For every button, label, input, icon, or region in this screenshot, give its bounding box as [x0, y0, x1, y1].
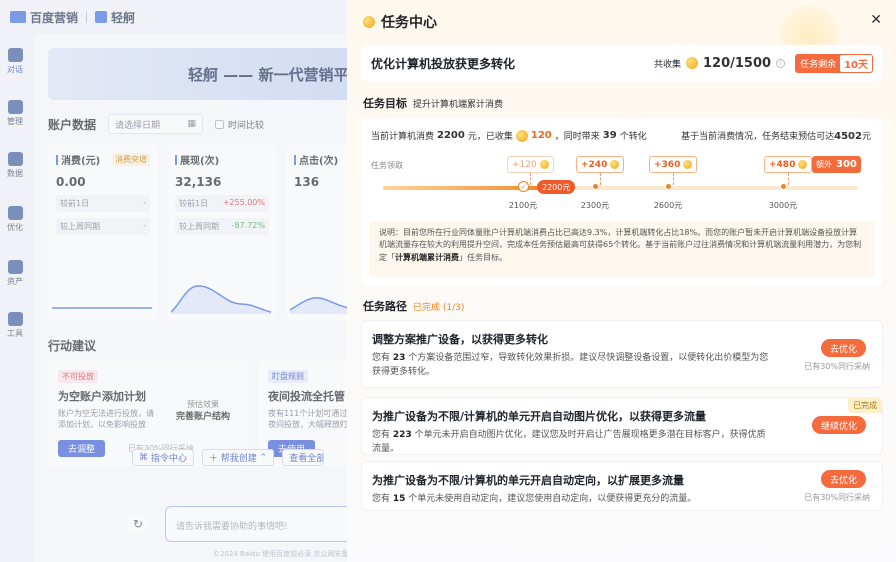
tick-label: 2300元	[580, 201, 610, 210]
task-card-image-optimization: 已完成 为推广设备为不限/计算机的单元开启自动图片优化，以获得更多流量 您有 2…	[361, 397, 883, 455]
coins-value: 120	[530, 130, 552, 141]
reward-value: +120	[512, 159, 537, 170]
goal-progress-text: 当前计算机消费 2200 元，已收集 120 ，同时带来 39 个转化	[371, 129, 647, 142]
collected-value: 120/1500	[702, 55, 772, 71]
text: 元，已收集	[467, 132, 513, 142]
desc-number: 223	[392, 430, 412, 440]
goal-subtitle: 提升计算机端累计消费	[413, 99, 504, 110]
goal-estimate: 基于当前消费情况，任务结束预估可达4502元	[681, 129, 871, 142]
tick-label: 3000元	[768, 201, 798, 210]
goal-explanation: 说明：目前您所在行业同体量账户计算机端消费占比已高达9.3%，计算机端转化占比1…	[369, 221, 875, 277]
dashed-connector	[788, 173, 790, 185]
modal-overlay[interactable]	[0, 0, 347, 562]
drawer-title: 任务中心	[381, 15, 437, 31]
note-text: 」任务目标。	[459, 252, 507, 262]
drawer-header: 任务中心	[363, 12, 437, 32]
coin-icon	[363, 16, 375, 28]
reward-milestone-1: +120	[507, 156, 554, 185]
summary-title: 优化计算机投放获更多转化	[371, 56, 516, 71]
goal-section-title: 任务目标 提升计算机端累计消费	[363, 95, 503, 111]
task-title: 为推广设备为不限/计算机的单元开启自动定向，以扩展更多流量	[372, 474, 685, 487]
path-status: 已完成 (1/3)	[413, 302, 465, 313]
adoption-note: 已有30%同行采纳	[804, 362, 870, 371]
task-title: 为推广设备为不限/计算机的单元开启自动图片优化，以获得更多流量	[372, 410, 707, 423]
text: 当前计算机消费	[371, 132, 435, 142]
extra-value: 300	[836, 159, 857, 170]
milestone-node	[665, 183, 672, 190]
estimate-value: 4502	[834, 131, 862, 142]
desc-text: 您有	[372, 494, 391, 504]
spend-value: 2200	[437, 130, 465, 141]
collected-label: 共收集	[653, 59, 681, 70]
path-section-title: 任务路径 已完成 (1/3)	[363, 298, 464, 314]
desc-text: 您有	[372, 430, 391, 440]
reward-value: +360	[654, 159, 681, 170]
text: ，同时带来	[554, 132, 600, 142]
desc-text: 您有	[372, 353, 391, 363]
extra-label: 额外	[816, 160, 832, 169]
completed-tag: 已完成	[848, 398, 882, 413]
coin-icon	[539, 160, 549, 169]
progress-fill	[383, 186, 559, 190]
collected-stats: 共收集 120/1500 i	[653, 55, 786, 71]
tick-label: 2600元	[653, 201, 683, 210]
desc-text: 个方案设备范围过窄，导致转化效果折损。建议尽快调整设备设置，以便转化出价模型为您…	[372, 353, 769, 378]
track-start-label: 任务领取	[371, 161, 403, 170]
task-desc: 您有 23 个方案设备范围过窄，导致转化效果折损。建议尽快调整设备设置，以便转化…	[372, 351, 772, 380]
close-icon[interactable]: ✕	[870, 12, 882, 28]
path-title: 任务路径	[363, 300, 407, 313]
dashed-connector	[673, 173, 675, 185]
text: 基于当前消费情况，任务结束预估可达	[681, 132, 835, 142]
text: 元	[861, 132, 871, 142]
current-spend-tag: 2200元	[537, 180, 576, 194]
optimize-button[interactable]: 去优化	[820, 339, 866, 357]
coin-icon	[685, 57, 698, 69]
note-highlight: 计算机端累计消费	[395, 252, 459, 262]
reward-milestone-2[interactable]: +240	[576, 156, 625, 185]
coin-icon	[798, 160, 808, 169]
conversions-value: 39	[602, 130, 617, 141]
goal-title: 任务目标	[363, 97, 407, 110]
coin-icon	[515, 129, 528, 142]
info-icon[interactable]: i	[776, 58, 786, 68]
task-card-auto-targeting: 为推广设备为不限/计算机的单元开启自动定向，以扩展更多流量 您有 15 个单元未…	[361, 461, 883, 511]
remaining-days-badge: 任务剩余 10天	[795, 53, 873, 73]
task-summary: 优化计算机投放获更多转化 共收集 120/1500 i 任务剩余 10天	[361, 45, 883, 81]
milestone-node	[592, 183, 599, 190]
coin-icon	[683, 160, 693, 169]
reward-milestone-4[interactable]: +480	[764, 156, 813, 185]
extra-reward-badge: 额外 300	[812, 156, 861, 173]
optimize-button[interactable]: 去优化	[820, 470, 866, 488]
goal-card: 当前计算机消费 2200 元，已收集 120 ，同时带来 39 个转化 基于当前…	[361, 118, 883, 286]
desc-text: 个单元未开启自动图片优化，建议您及时开启让广告展现格更多潜在目标客户，获得优质流…	[372, 430, 766, 455]
task-desc: 您有 15 个单元未使用自动定向，建议您使用自动定向，以便获得更充分的流量。	[372, 492, 772, 506]
task-desc: 您有 223 个单元未开启自动图片优化，建议您及时开启让广告展现格更多潜在目标客…	[372, 428, 772, 457]
reward-value: +240	[581, 159, 608, 170]
reward-milestone-3[interactable]: +360	[649, 156, 698, 185]
task-center-drawer: 任务中心 ✕ 优化计算机投放获更多转化 共收集 120/1500 i 任务剩余 …	[347, 0, 896, 562]
dashed-connector	[530, 173, 532, 185]
continue-optimize-button[interactable]: 继续优化	[811, 416, 866, 434]
milestone-check-icon: ✓	[518, 181, 529, 192]
reward-value: +480	[769, 159, 796, 170]
coin-icon	[610, 160, 620, 169]
tick-label: 2100元	[508, 201, 538, 210]
dashed-connector	[600, 173, 602, 185]
task-card-device: 调整方案推广设备，以获得更多转化 您有 23 个方案设备范围过窄，导致转化效果折…	[361, 320, 883, 388]
adoption-note: 已有30%同行采纳	[804, 493, 870, 502]
desc-number: 15	[392, 494, 406, 504]
text: 个转化	[619, 132, 647, 142]
desc-number: 23	[392, 353, 406, 363]
remaining-value: 10天	[840, 54, 872, 72]
desc-text: 个单元未使用自动定向，建议您使用自动定向，以便获得更充分的流量。	[408, 494, 697, 504]
milestone-node	[780, 183, 787, 190]
task-title: 调整方案推广设备，以获得更多转化	[372, 333, 548, 346]
remaining-label: 任务剩余	[800, 59, 837, 70]
